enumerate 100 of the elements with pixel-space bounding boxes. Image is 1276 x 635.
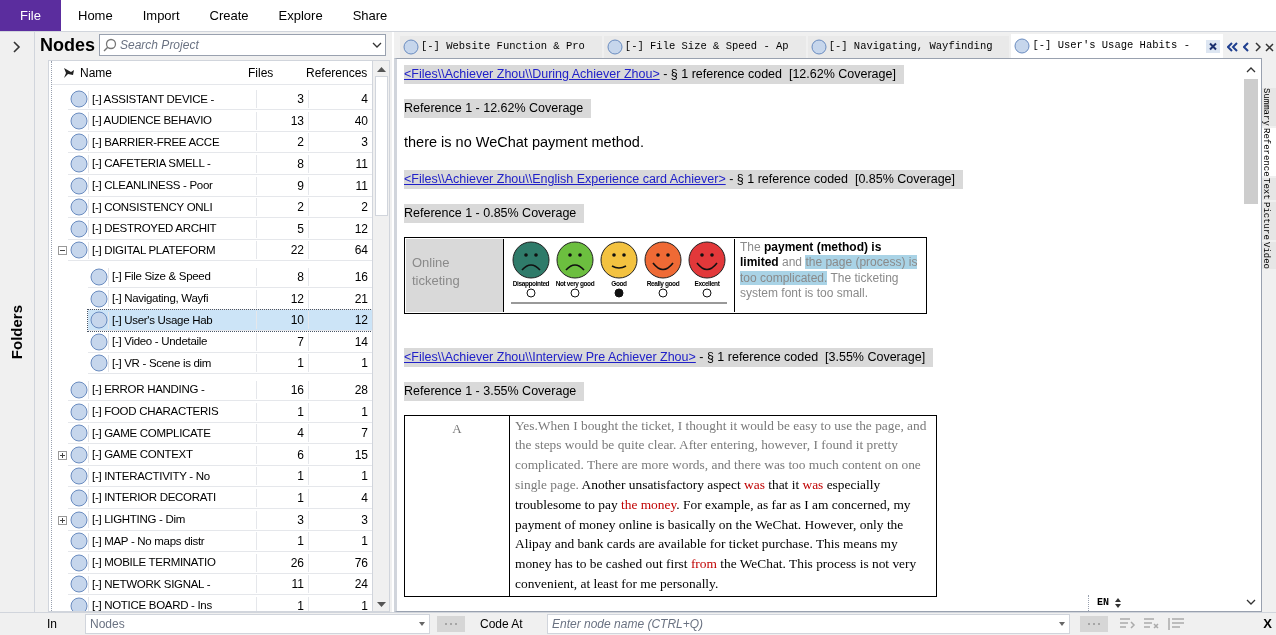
scroll-down-icon[interactable] <box>376 602 386 608</box>
spinner-icon[interactable] <box>1115 597 1121 608</box>
dropdown-icon[interactable] <box>1059 622 1065 626</box>
collapse-icon[interactable] <box>58 246 67 256</box>
radio-button[interactable] <box>526 287 536 298</box>
dropdown-icon[interactable] <box>372 42 382 48</box>
node-icon <box>70 510 88 529</box>
speaker-label: A <box>452 420 462 436</box>
files-count: 4 <box>256 424 308 443</box>
node-name: [-] Navigating, Wayfi <box>108 290 256 308</box>
files-count: 16 <box>256 381 308 399</box>
tree-row[interactable]: [-] VR - Scene is dim 1 1 <box>88 353 372 375</box>
expand-icon[interactable] <box>58 450 67 460</box>
node-name: [-] FOOD CHARACTERIS <box>88 403 256 421</box>
radio-button[interactable] <box>658 287 668 298</box>
tree-row[interactable]: [-] ASSISTANT DEVICE - 3 4 <box>68 89 372 111</box>
radio-button[interactable] <box>702 287 712 298</box>
dropdown-icon[interactable] <box>419 622 425 626</box>
close-icon[interactable] <box>1206 39 1220 53</box>
expand-icon[interactable] <box>13 41 21 53</box>
scope-field[interactable]: Nodes <box>85 614 430 634</box>
tree-row[interactable]: [-] CONSISTENCY ONLI 2 2 <box>68 197 372 219</box>
language-indicator[interactable]: EN <box>1097 595 1109 611</box>
menu-tab[interactable]: Explore <box>263 0 338 31</box>
tree-row[interactable]: [-] ERROR HANDING - 16 28 <box>68 380 372 401</box>
document-tab[interactable]: [-] User's Usage Habits - <box>1011 34 1223 58</box>
tree-row[interactable]: [-] BARRIER-FREE ACCE 2 3 <box>68 132 372 154</box>
side-tab[interactable]: Video <box>1262 241 1276 269</box>
node-icon <box>90 311 108 330</box>
tree-row[interactable]: [-] NETWORK SIGNAL - 11 24 <box>68 574 372 596</box>
pin-icon[interactable] <box>62 65 76 80</box>
document-tab[interactable]: [-] Navigating, Wayfinding <box>807 36 1010 58</box>
search-icon <box>103 38 117 52</box>
node-icon <box>70 575 88 594</box>
tree-row[interactable]: [-] User's Usage Hab 10 12 <box>88 310 372 332</box>
node-name: [-] DESTROYED ARCHIT <box>88 220 256 238</box>
menu-tab[interactable]: File <box>0 0 61 31</box>
search-field[interactable]: Search Project <box>99 34 386 56</box>
scrollbar[interactable] <box>372 61 389 611</box>
menu-tab[interactable]: Create <box>194 0 264 31</box>
scroll-up-icon[interactable] <box>376 66 386 72</box>
node-name: [-] CAFETERIA SMELL - <box>88 155 256 173</box>
tree-row[interactable]: [-] MOBILE TERMINATIO 26 76 <box>68 552 372 574</box>
node-icon <box>70 467 88 486</box>
column-header[interactable]: Name <box>80 63 246 82</box>
close-icon[interactable]: X <box>1263 614 1276 634</box>
files-count: 10 <box>256 311 308 330</box>
tree-row[interactable]: [-] DESTROYED ARCHIT 5 12 <box>68 218 372 240</box>
scroll-thumb[interactable] <box>1244 79 1258 204</box>
menu-tab[interactable]: Import <box>127 0 195 31</box>
column-header[interactable]: Files <box>246 63 304 82</box>
tree-row[interactable]: [-] FOOD CHARACTERIS 1 1 <box>68 401 372 423</box>
side-tab[interactable]: Reference <box>1262 127 1276 177</box>
folders-tab[interactable]: Folders <box>5 305 29 360</box>
tree-row[interactable]: [-] CAFETERIA SMELL - 8 11 <box>68 154 372 176</box>
document-tab[interactable]: [-] Website Function & Pro <box>400 36 602 58</box>
menu-tab[interactable]: Home <box>63 0 128 31</box>
tree-row[interactable]: [-] GAME COMPLICATE 4 7 <box>68 423 372 445</box>
radio-button[interactable] <box>614 287 624 298</box>
tree-row[interactable]: [-] INTERACTIVITY - No 1 1 <box>68 466 372 488</box>
node-icon <box>90 354 108 373</box>
expand-icon[interactable] <box>58 515 67 525</box>
tree-row[interactable]: [-] AUDIENCE BEHAVIO 13 40 <box>68 110 372 132</box>
column-header[interactable]: References <box>304 63 372 82</box>
files-count: 3 <box>256 90 308 109</box>
tree-row[interactable]: [-] Video - Undetaile 7 14 <box>88 331 372 353</box>
scroll-thumb[interactable] <box>374 76 388 216</box>
files-count: 11 <box>256 575 308 594</box>
side-tab[interactable]: Summary <box>1262 88 1276 126</box>
files-count: 9 <box>256 176 308 195</box>
side-tab[interactable]: Text <box>1262 178 1276 201</box>
node-icon <box>70 402 88 421</box>
tree-row[interactable]: [-] DIGITAL PLATEFORM 22 64 <box>68 240 372 262</box>
first-page-icon[interactable] <box>1227 42 1239 52</box>
files-count: 1 <box>256 402 308 421</box>
next-icon[interactable] <box>1254 42 1261 52</box>
coverage-text: - § 1 reference coded [3.55% Coverage] <box>698 350 926 365</box>
previous-icon[interactable] <box>1243 42 1250 52</box>
file-link[interactable]: <Files\\Achiever Zhou\\Interview Pre Achiever Zhou> <box>404 350 696 365</box>
close-icon[interactable] <box>1265 42 1274 52</box>
node-name-field[interactable]: Enter node name (CTRL+Q) <box>547 614 1070 634</box>
scroll-down-icon[interactable] <box>1246 599 1256 605</box>
tree-row[interactable]: [-] File Size & Speed 8 16 <box>88 267 372 289</box>
scroll-up-icon[interactable] <box>1246 67 1256 73</box>
tree-row[interactable]: [-] GAME CONTEXT 6 15 <box>68 444 372 466</box>
tree-row[interactable]: [-] MAP - No maps distr 1 1 <box>68 531 372 553</box>
document-tab[interactable]: [-] File Size & Speed - Ap <box>603 36 806 58</box>
tree-row[interactable]: [-] CLEANLINESS - Poor 9 11 <box>68 175 372 197</box>
answer-text: Yes.When I bought the ticket, I thought it would be easy to use the page, and the steps would be quite clear. After entering, however, I found it pretty complicated. There are more words, and there was too much content on one single page. Another unsatisfactory aspect was that it was especially troublesome to pay the money. For example, as far as I am concerned, my payment of money online is basically on the WeChat. However, only the Alipay and bank cards are available for ticket purchase. This means my money has to be cashed out first from the WeChat. This process is not very convenient, at least for me personally. <box>514 416 928 593</box>
radio-button[interactable] <box>570 287 580 298</box>
files-count: 6 <box>256 445 308 464</box>
tree-row[interactable]: [-] LIGHTING - Dim 3 3 <box>68 509 372 531</box>
menu-tab[interactable]: Share <box>337 0 403 31</box>
node-icon <box>70 90 88 109</box>
file-link[interactable]: <Files\\Achiever Zhou\\English Experience card Achiever> <box>404 172 726 187</box>
file-link[interactable]: <Files\\Achiever Zhou\\During Achiever Zhou> <box>404 67 660 81</box>
node-name: [-] VR - Scene is dim <box>108 354 256 373</box>
node-icon <box>90 332 108 351</box>
side-tab[interactable]: Picture <box>1262 202 1276 240</box>
tree-row[interactable]: [-] INTERIOR DECORATI 1 4 <box>68 488 372 509</box>
